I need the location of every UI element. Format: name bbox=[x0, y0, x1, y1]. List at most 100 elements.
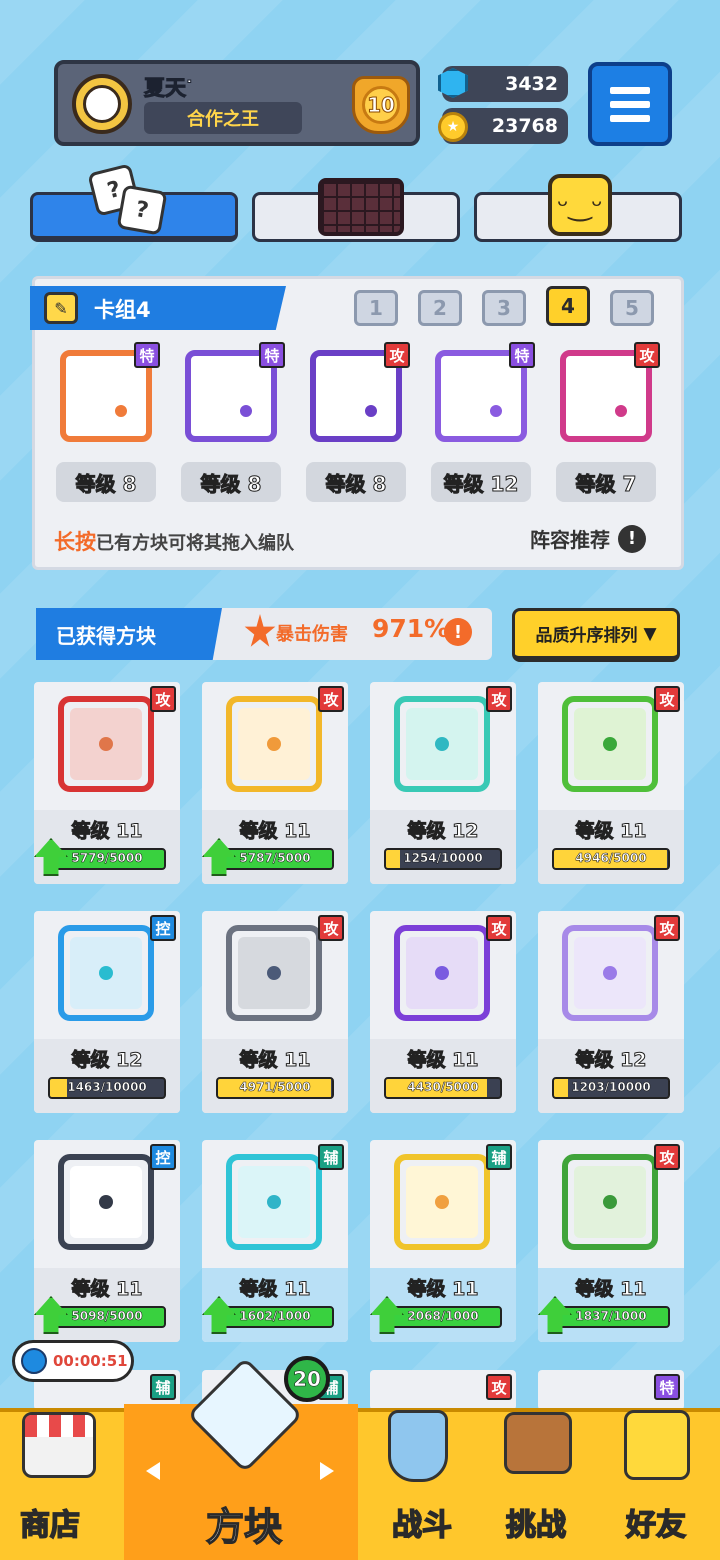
block-type-tag: 攻 bbox=[634, 342, 660, 368]
block-card[interactable]: 攻等级 11 4971/5000 bbox=[202, 911, 348, 1113]
progress-text: 4946/5000 bbox=[575, 851, 647, 866]
progress-text: 5787/5000 bbox=[239, 851, 311, 866]
nav-battle[interactable]: 战斗 bbox=[358, 1404, 478, 1560]
block-type-tag: 特 bbox=[134, 342, 160, 368]
block-pip bbox=[237, 402, 255, 420]
progress-text: 1254/10000 bbox=[403, 851, 483, 866]
block-frame bbox=[58, 1154, 154, 1250]
timer-text: 00:00:51 bbox=[53, 1352, 128, 1370]
notification-badge: 20 bbox=[284, 1356, 330, 1402]
block-card[interactable]: 攻等级 11 5779/5000 bbox=[34, 682, 180, 884]
block-type-tag: 攻 bbox=[318, 915, 344, 941]
deck-slot[interactable]: 特 bbox=[425, 340, 537, 448]
block-level: 等级 12 bbox=[407, 820, 479, 843]
nav-blocks[interactable]: 方块 bbox=[124, 1357, 358, 1560]
sort-label: 品质升序排列 bbox=[535, 626, 638, 646]
deck-slot[interactable]: 特 bbox=[175, 340, 287, 448]
block-pip bbox=[612, 402, 630, 420]
block-pip bbox=[603, 1195, 617, 1209]
progress-bar: 1203/10000 bbox=[552, 1077, 670, 1099]
block-type-tag: 攻 bbox=[654, 915, 680, 941]
deck-slot[interactable]: 攻 bbox=[550, 340, 662, 448]
block-type-tag: 控 bbox=[150, 915, 176, 941]
block-pip bbox=[435, 1195, 449, 1209]
block-pip bbox=[603, 737, 617, 751]
nav-shop-label: 商店 bbox=[19, 1507, 81, 1544]
crit-damage-label: 暴击伤害 bbox=[276, 624, 348, 645]
friend-icon bbox=[624, 1410, 690, 1480]
block-level: 等级 11 bbox=[407, 1049, 479, 1072]
block-type-tag: 控 bbox=[150, 1144, 176, 1170]
dice-icon: ? ? bbox=[87, 163, 172, 238]
progress-text: 4971/5000 bbox=[239, 1080, 311, 1095]
block-card[interactable]: 攻等级 11 4946/5000 bbox=[538, 682, 684, 884]
stopwatch-icon bbox=[21, 1348, 47, 1374]
lineup-recommend-button[interactable]: 阵容推荐 ! bbox=[530, 524, 646, 553]
deck-number-1[interactable]: 1 bbox=[354, 290, 398, 326]
block-card[interactable]: 攻等级 11 5787/5000 bbox=[202, 682, 348, 884]
block-card[interactable]: 攻等级 12 1254/10000 bbox=[370, 682, 516, 884]
block-pip bbox=[99, 737, 113, 751]
progress-bar: 4430/5000 bbox=[384, 1077, 502, 1099]
crit-info-icon[interactable]: ! bbox=[444, 618, 472, 646]
block-pip bbox=[99, 1195, 113, 1209]
block-type-tag: 特 bbox=[259, 342, 285, 368]
drag-hint: 长按已有方块可将其拖入编队 bbox=[54, 526, 294, 556]
progress-text: 1463/10000 bbox=[67, 1080, 147, 1095]
sort-dropdown[interactable]: 品质升序排列 ▼ bbox=[512, 608, 680, 662]
menu-button[interactable] bbox=[588, 62, 672, 146]
deck-number-4[interactable]: 4 bbox=[546, 286, 590, 326]
block-type-tag: 攻 bbox=[654, 686, 680, 712]
deck-slot[interactable]: 攻 bbox=[300, 340, 412, 448]
deck-number-3[interactable]: 3 bbox=[482, 290, 526, 326]
block-frame bbox=[562, 696, 658, 792]
block-level: 等级 12 bbox=[575, 1049, 647, 1072]
deck-slot-level: 等级 8 bbox=[181, 462, 281, 502]
rank-badge[interactable]: 10 bbox=[352, 76, 410, 134]
block-card[interactable]: 辅等级 11 1602/1000 bbox=[202, 1140, 348, 1342]
block-card[interactable]: 攻等级 11 4430/5000 bbox=[370, 911, 516, 1113]
progress-text: 5098/5000 bbox=[71, 1309, 143, 1324]
block-type-tag: 辅 bbox=[486, 1144, 512, 1170]
avatar-image bbox=[83, 85, 121, 123]
progress-bar: 5787/5000 bbox=[216, 848, 334, 870]
deck-number-2[interactable]: 2 bbox=[418, 290, 462, 326]
event-timer[interactable]: 00:00:51 bbox=[12, 1340, 134, 1382]
block-frame bbox=[394, 696, 490, 792]
deck-slot-level: 等级 7 bbox=[556, 462, 656, 502]
block-type-tag: 攻 bbox=[654, 1144, 680, 1170]
block-frame bbox=[226, 925, 322, 1021]
block-card[interactable]: 辅等级 11 2068/1000 bbox=[370, 1140, 516, 1342]
block-level: 等级 11 bbox=[71, 1278, 143, 1301]
block-card[interactable]: 控等级 11 5098/5000 bbox=[34, 1140, 180, 1342]
progress-text: 4430/5000 bbox=[407, 1080, 479, 1095]
profile-panel[interactable]: 夏天ᐝ 合作之王 10 bbox=[54, 60, 420, 146]
smile-icon: ᵕ‿ᵕ bbox=[548, 174, 612, 236]
nav-next-arrow-icon[interactable] bbox=[320, 1462, 334, 1480]
nav-challenge-label: 挑战 bbox=[505, 1507, 567, 1544]
progress-text: 2068/1000 bbox=[407, 1309, 479, 1324]
deck-slot[interactable]: 特 bbox=[50, 340, 162, 448]
block-pip bbox=[362, 402, 380, 420]
progress-bar: 4971/5000 bbox=[216, 1077, 334, 1099]
block-card[interactable]: 攻等级 11 1837/1000 bbox=[538, 1140, 684, 1342]
progress-text: 1837/1000 bbox=[575, 1309, 647, 1324]
block-type-tag: 辅 bbox=[150, 1374, 176, 1400]
block-frame bbox=[562, 925, 658, 1021]
avatar[interactable] bbox=[72, 74, 132, 134]
nav-friends[interactable]: 好友 bbox=[598, 1404, 720, 1560]
nav-shop[interactable]: 商店 bbox=[0, 1404, 124, 1560]
block-frame bbox=[226, 1154, 322, 1250]
nav-challenge[interactable]: 挑战 bbox=[478, 1404, 598, 1560]
progress-bar: 1602/1000 bbox=[216, 1306, 334, 1328]
block-card[interactable]: 攻等级 12 1203/10000 bbox=[538, 911, 684, 1113]
block-frame bbox=[226, 696, 322, 792]
block-card[interactable]: 控等级 12 1463/10000 bbox=[34, 911, 180, 1113]
deck-number-5[interactable]: 5 bbox=[610, 290, 654, 326]
nav-prev-arrow-icon[interactable] bbox=[146, 1462, 160, 1480]
progress-bar: 1837/1000 bbox=[552, 1306, 670, 1328]
progress-bar: 5098/5000 bbox=[48, 1306, 166, 1328]
edit-pencil-icon[interactable]: ✎ bbox=[44, 292, 78, 324]
shield-icon bbox=[388, 1410, 448, 1482]
info-icon: ! bbox=[618, 524, 646, 553]
